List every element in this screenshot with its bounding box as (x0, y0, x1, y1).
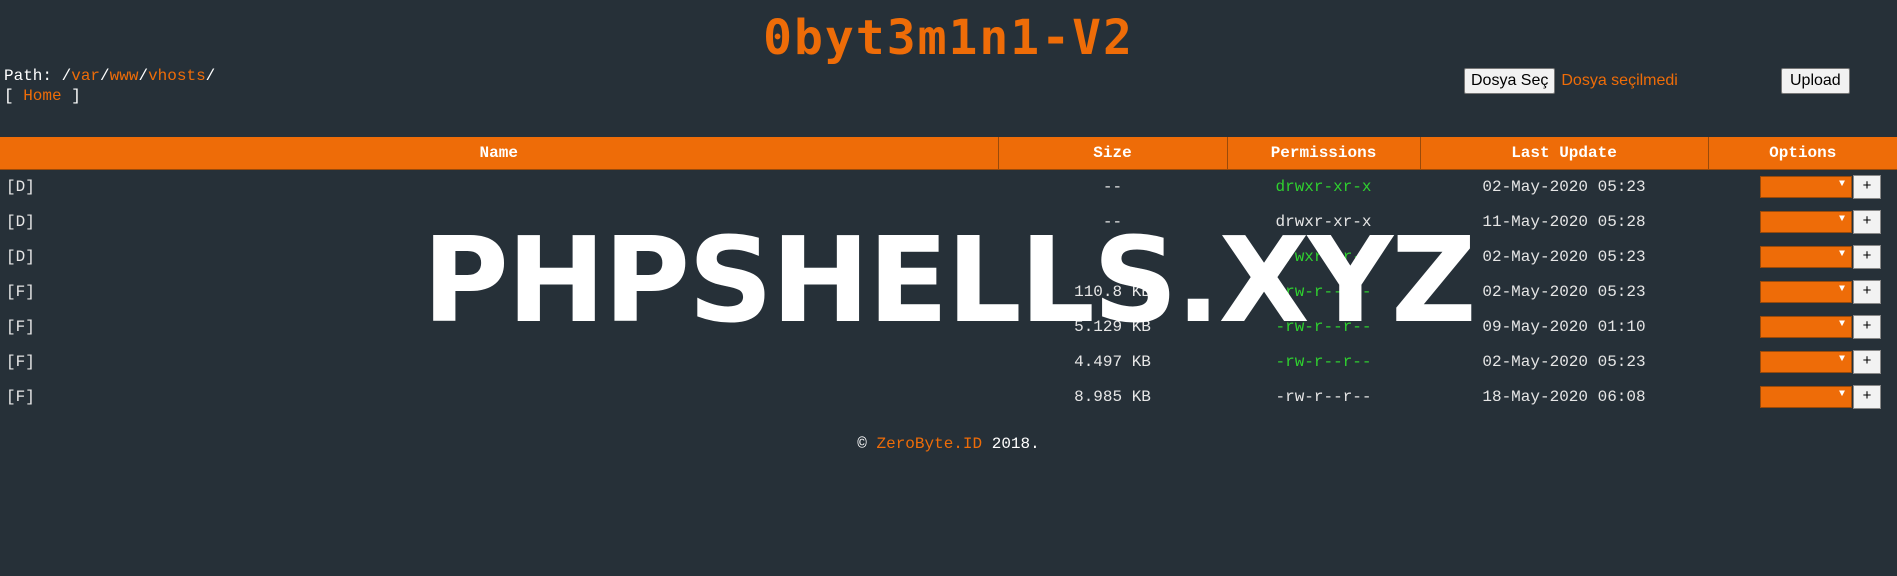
table-row: [D] -- drwxr-xr-x 02-May-2020 05:23 ▼ + (0, 169, 1897, 204)
row-size: -- (1102, 177, 1123, 196)
action-select[interactable]: ▼ (1760, 175, 1852, 198)
go-button[interactable]: + (1853, 244, 1881, 269)
row-size: 5.129 KB (1074, 317, 1151, 336)
table-row: [F] 110.8 KB -rw-r--r-- 02-May-2020 05:23 ▼ + (0, 274, 1897, 309)
chevron-down-icon: ▼ (1838, 318, 1845, 330)
chevron-down-icon: ▼ (1838, 388, 1845, 400)
row-options: ▼ + (1708, 309, 1897, 344)
upload-form: Dosya Seç Dosya seçilmedi (1464, 68, 1678, 94)
row-last-update: 02-May-2020 05:23 (1482, 282, 1646, 301)
row-permissions[interactable]: -rw-r--r-- (1227, 309, 1420, 344)
row-last-update: 18-May-2020 06:08 (1482, 387, 1646, 406)
go-button[interactable]: + (1853, 174, 1881, 199)
footer: © ZeroByte.ID 2018. (0, 435, 1897, 453)
breadcrumb: Path: /var/www/vhosts/ (4, 67, 216, 85)
col-name: Name (0, 137, 998, 170)
row-permissions[interactable]: -rw-r--r-- (1227, 379, 1420, 414)
row-permissions[interactable]: -rw-r--r-- (1227, 274, 1420, 309)
chevron-down-icon: ▼ (1838, 248, 1845, 260)
app-title: 0byt3m1n1-V2 (763, 10, 1134, 66)
footer-brand-link[interactable]: ZeroByte.ID (876, 435, 982, 453)
row-type[interactable]: [D] (0, 169, 998, 204)
go-button[interactable]: + (1853, 349, 1881, 374)
upload-button[interactable]: Upload (1781, 68, 1850, 94)
row-options: ▼ + (1708, 344, 1897, 379)
row-last-update: 02-May-2020 05:23 (1482, 247, 1646, 266)
go-button[interactable]: + (1853, 279, 1881, 304)
row-size: -- (1102, 212, 1123, 231)
choose-file-button[interactable]: Dosya Seç (1464, 68, 1556, 94)
path-segment-www[interactable]: www (110, 67, 139, 85)
chevron-down-icon: ▼ (1838, 283, 1845, 295)
action-select[interactable]: ▼ (1760, 280, 1852, 303)
row-last-update: 02-May-2020 05:23 (1482, 352, 1646, 371)
row-last-update: 09-May-2020 01:10 (1482, 317, 1646, 336)
row-type[interactable]: [F] (0, 274, 998, 309)
table-header-row: Name Size Permissions Last Update Option… (0, 137, 1897, 170)
row-type[interactable]: [F] (0, 344, 998, 379)
path-label: Path: (4, 67, 62, 85)
row-size: 8.985 KB (1074, 387, 1151, 406)
row-type[interactable]: [F] (0, 379, 998, 414)
go-button[interactable]: + (1853, 384, 1881, 409)
col-options: Options (1707, 137, 1897, 170)
row-size: 110.8 KB (1074, 282, 1151, 301)
row-options: ▼ + (1708, 169, 1897, 204)
row-last-update: 02-May-2020 05:23 (1482, 177, 1646, 196)
table-row: [D] -- drwxr-xr-x 02-May-2020 05:23 ▼ + (0, 239, 1897, 274)
col-last-update: Last Update (1419, 137, 1708, 170)
row-type[interactable]: [D] (0, 204, 998, 239)
row-type[interactable]: [F] (0, 309, 998, 344)
col-permissions: Permissions (1226, 137, 1420, 170)
table-row: [F] 8.985 KB -rw-r--r-- 18-May-2020 06:08 ▼ + (0, 379, 1897, 414)
row-last-update: 11-May-2020 05:28 (1482, 212, 1646, 231)
home-nav: [ Home ] (4, 87, 81, 105)
go-button[interactable]: + (1853, 314, 1881, 339)
path-segment-var[interactable]: var (71, 67, 100, 85)
row-options: ▼ + (1708, 204, 1897, 239)
action-select[interactable]: ▼ (1760, 350, 1852, 373)
chevron-down-icon: ▼ (1838, 353, 1845, 365)
row-permissions[interactable]: drwxr-xr-x (1227, 239, 1420, 274)
row-permissions[interactable]: -rw-r--r-- (1227, 344, 1420, 379)
action-select[interactable]: ▼ (1760, 245, 1852, 268)
action-select[interactable]: ▼ (1760, 315, 1852, 338)
row-options: ▼ + (1708, 274, 1897, 309)
chevron-down-icon: ▼ (1838, 213, 1845, 225)
table-row: [D] -- drwxr-xr-x 11-May-2020 05:28 ▼ + (0, 204, 1897, 239)
action-select[interactable]: ▼ (1760, 210, 1852, 233)
path-segment-vhosts[interactable]: vhosts (148, 67, 206, 85)
go-button[interactable]: + (1853, 209, 1881, 234)
chevron-down-icon: ▼ (1838, 178, 1845, 190)
row-options: ▼ + (1708, 239, 1897, 274)
copyright-symbol: © (857, 435, 867, 453)
row-size: -- (1102, 247, 1123, 266)
file-table: Name Size Permissions Last Update Option… (0, 137, 1897, 414)
col-size: Size (997, 137, 1227, 170)
action-select[interactable]: ▼ (1760, 385, 1852, 408)
table-row: [F] 5.129 KB -rw-r--r-- 09-May-2020 01:10 ▼ + (0, 309, 1897, 344)
row-type[interactable]: [D] (0, 239, 998, 274)
row-size: 4.497 KB (1074, 352, 1151, 371)
footer-year: 2018. (991, 435, 1040, 453)
row-permissions[interactable]: drwxr-xr-x (1227, 204, 1420, 239)
row-options: ▼ + (1708, 379, 1897, 414)
no-file-text: Dosya seçilmedi (1561, 72, 1678, 89)
row-permissions[interactable]: drwxr-xr-x (1227, 169, 1420, 204)
home-link[interactable]: Home (23, 87, 61, 105)
table-row: [F] 4.497 KB -rw-r--r-- 02-May-2020 05:23 ▼ + (0, 344, 1897, 379)
